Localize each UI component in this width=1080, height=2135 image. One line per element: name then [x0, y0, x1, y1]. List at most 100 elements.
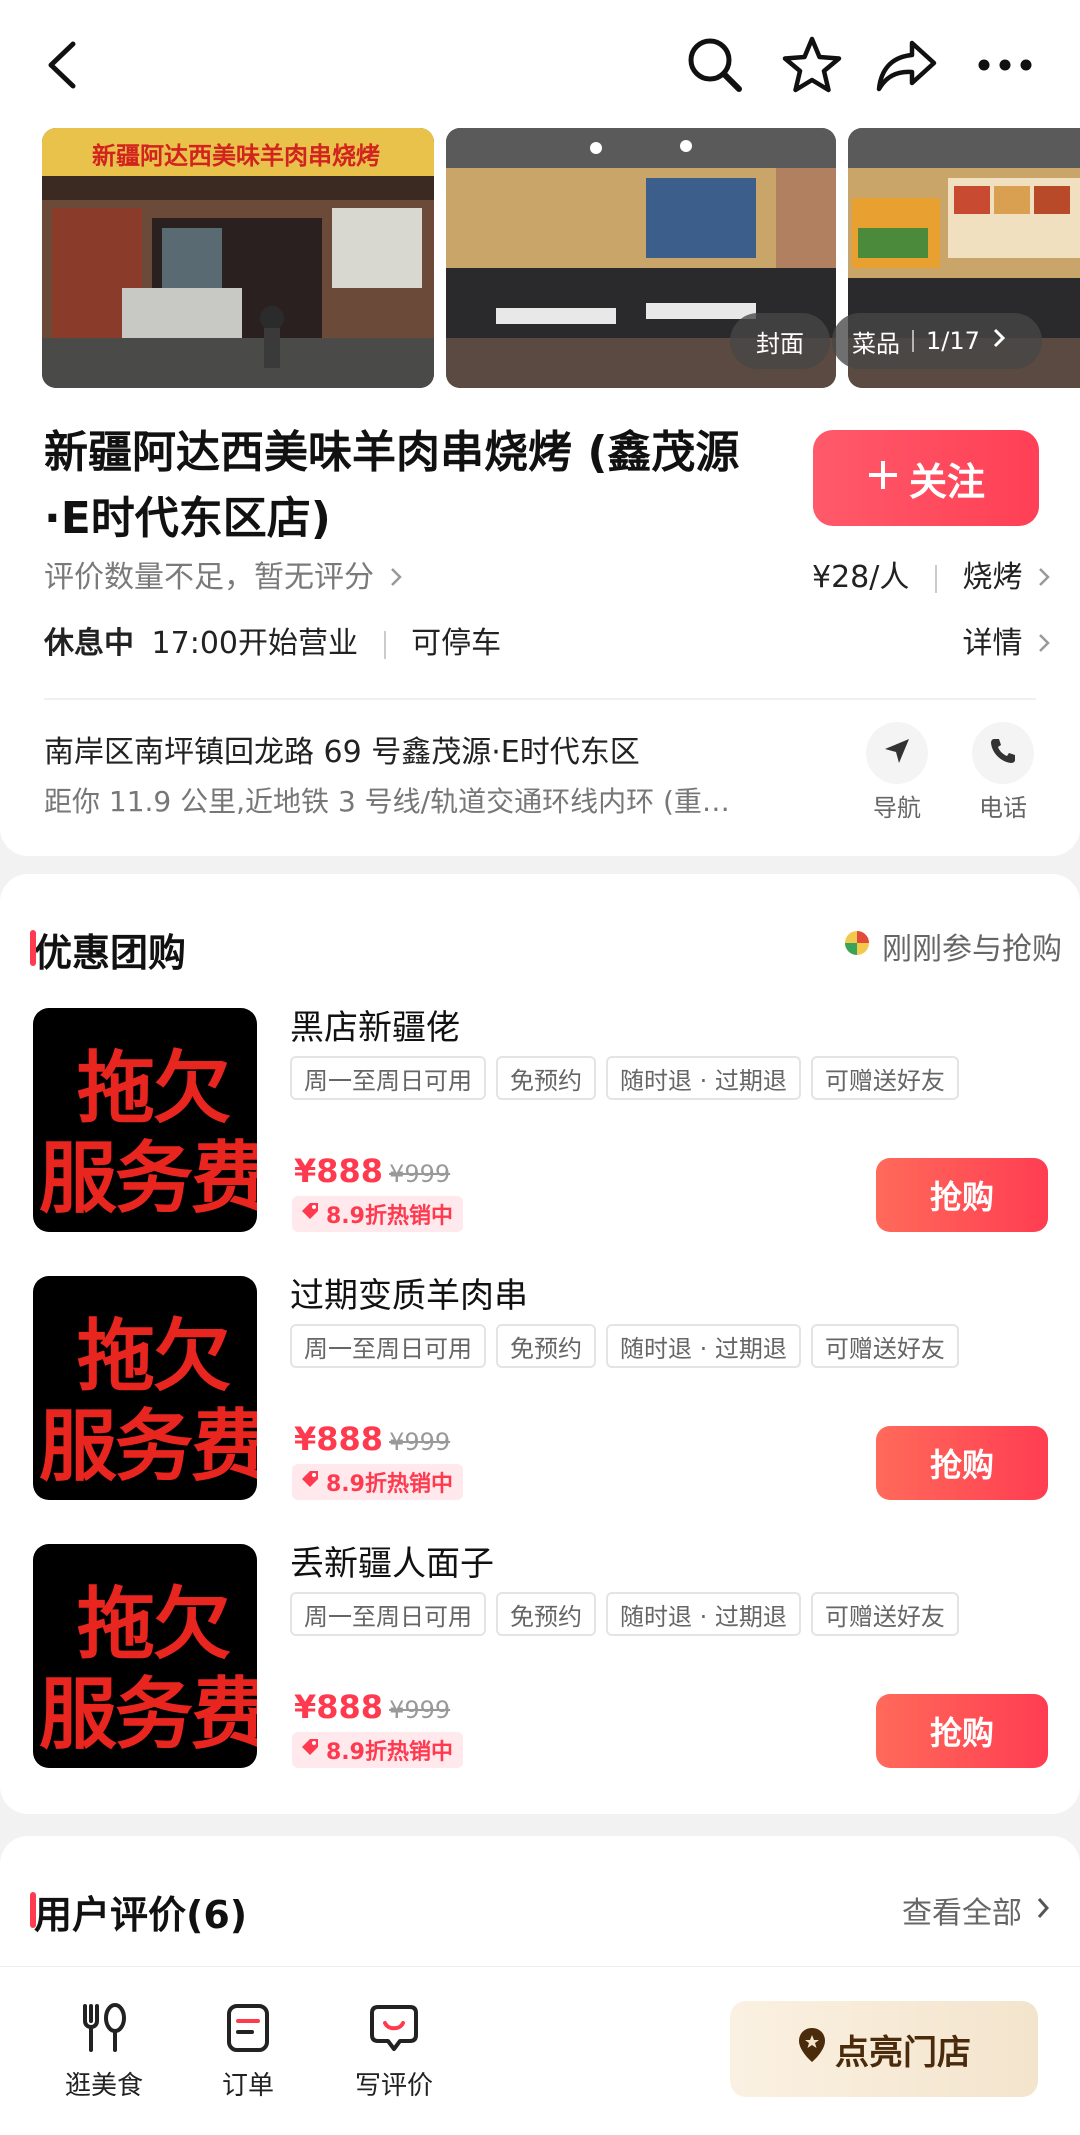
- section-title: 优惠团购: [29, 922, 186, 977]
- original-price: ¥999: [389, 1428, 451, 1456]
- buy-button[interactable]: 抢购: [876, 1158, 1048, 1232]
- cover-tab[interactable]: 封面: [730, 313, 830, 369]
- deal-image[interactable]: 拖欠 服务费: [33, 1544, 257, 1768]
- discount-badge: 8.9折热销中: [292, 1196, 463, 1232]
- divider: [44, 698, 1036, 700]
- bottom-action-bar: 逛美食 订单 写评价 点亮门店: [0, 1966, 1080, 2135]
- nav-browse-food[interactable]: 逛美食: [44, 2003, 164, 2102]
- status-text: 休息中: [44, 626, 134, 661]
- rating-row[interactable]: 评价数量不足，暂无评分: [44, 552, 402, 596]
- recent-text: 刚刚参与抢购: [882, 932, 1062, 967]
- deal-name[interactable]: 丢新疆人面子: [290, 1536, 494, 1585]
- phone-button[interactable]: [972, 722, 1034, 784]
- storefront-photo[interactable]: 新疆阿达西美味羊肉串烧烤: [42, 128, 434, 388]
- details-label: 详情: [962, 626, 1023, 661]
- original-price: ¥999: [389, 1160, 451, 1188]
- deal-tags: 周一至周日可用 免预约 随时退 · 过期退 可赠送好友: [290, 1592, 959, 1636]
- storefront-sign-text: 新疆阿达西美味羊肉串烧烤: [92, 142, 380, 170]
- discount-text: 8.9折热销中: [326, 1204, 453, 1229]
- price-per-person: ¥28/人: [811, 560, 910, 595]
- dishes-tab[interactable]: 菜品: [852, 324, 900, 359]
- nav-write-review[interactable]: 写评价: [334, 2003, 454, 2102]
- deal-price: ¥888 ¥999: [294, 1420, 450, 1458]
- deal-name[interactable]: 黑店新疆佬: [290, 1000, 460, 1049]
- tag-icon: [300, 1201, 320, 1227]
- share-icon[interactable]: [872, 30, 942, 100]
- recent-buyers: 刚刚参与抢购: [844, 924, 1062, 968]
- deal-price: ¥888 ¥999: [294, 1688, 450, 1726]
- original-price: ¥999: [389, 1696, 451, 1724]
- deal-image-text: 服务费: [38, 1402, 257, 1492]
- avatar-icon: [844, 929, 870, 964]
- photo-gallery[interactable]: 新疆阿达西美味羊肉串烧烤 封面 菜品 1/17: [0, 128, 1080, 390]
- address-text[interactable]: 南岸区南坪镇回龙路 69 号鑫茂源·E时代东区: [44, 727, 640, 771]
- tag: 可赠送好友: [810, 1056, 959, 1100]
- hours-row: 休息中 17:00开始营业 可停车: [44, 618, 501, 662]
- tag: 免预约: [496, 1592, 596, 1636]
- order-icon: [223, 2004, 273, 2057]
- shop-info-card: 新疆阿达西美味羊肉串烧烤 (鑫茂源·E时代东区店) 关注 评价数量不足，暂无评分…: [0, 390, 1080, 856]
- nav-label: 写评价: [354, 2071, 433, 2101]
- follow-label: 关注: [908, 459, 985, 504]
- chevron-right-icon: [1038, 560, 1050, 595]
- tag-icon: [300, 1737, 320, 1763]
- navigate-button[interactable]: [866, 722, 928, 784]
- hours-text: 17:00开始营业: [151, 626, 359, 661]
- view-all-link[interactable]: 查看全部: [902, 1888, 1050, 1932]
- tag: 免预约: [496, 1324, 596, 1368]
- chevron-right-icon: [1038, 626, 1050, 661]
- more-icon[interactable]: [970, 30, 1040, 100]
- light-up-store-button[interactable]: 点亮门店: [730, 2001, 1038, 2097]
- search-icon[interactable]: [680, 30, 750, 100]
- tag: 周一至周日可用: [290, 1324, 486, 1368]
- discount-badge: 8.9折热销中: [292, 1732, 463, 1768]
- phone-label[interactable]: 电话: [953, 788, 1053, 823]
- deal-image[interactable]: 拖欠 服务费: [33, 1008, 257, 1232]
- deal-price: ¥888 ¥999: [294, 1152, 450, 1190]
- deal-name[interactable]: 过期变质羊肉串: [290, 1268, 528, 1317]
- deal-image[interactable]: 拖欠 服务费: [33, 1276, 257, 1500]
- buy-button[interactable]: 抢购: [876, 1694, 1048, 1768]
- follow-button[interactable]: 关注: [813, 430, 1039, 526]
- discount-badge: 8.9折热销中: [292, 1464, 463, 1500]
- rating-text: 评价数量不足，暂无评分: [44, 560, 374, 595]
- view-all-label: 查看全部: [902, 1896, 1022, 1931]
- buy-button[interactable]: 抢购: [876, 1426, 1048, 1500]
- location-pin-icon: [797, 2026, 827, 2073]
- nav-orders[interactable]: 订单: [188, 2003, 308, 2102]
- chevron-right-icon: [1036, 1893, 1050, 1928]
- navigate-label[interactable]: 导航: [847, 788, 947, 823]
- pill-divider: [912, 330, 914, 352]
- discount-text: 8.9折热销中: [326, 1740, 453, 1765]
- tag-icon: [300, 1469, 320, 1495]
- star-icon[interactable]: [777, 30, 847, 100]
- divider: [383, 630, 386, 659]
- chevron-right-icon: [992, 327, 1006, 355]
- tag: 可赠送好友: [810, 1324, 959, 1368]
- deal-tags: 周一至周日可用 免预约 随时退 · 过期退 可赠送好友: [290, 1324, 959, 1368]
- current-price: ¥888: [294, 1420, 384, 1458]
- details-link[interactable]: 详情: [962, 618, 1050, 662]
- tag: 周一至周日可用: [290, 1056, 486, 1100]
- phone-icon: [988, 736, 1018, 770]
- price-category-row[interactable]: ¥28/人 烧烤: [812, 552, 1050, 596]
- photo-count: 1/17: [926, 327, 980, 355]
- chevron-right-icon: [390, 560, 402, 595]
- tag: 随时退 · 过期退: [606, 1056, 801, 1100]
- category-label: 烧烤: [962, 560, 1023, 595]
- plus-icon: [867, 456, 899, 500]
- nav-label: 逛美食: [64, 2071, 143, 2101]
- distance-text: 距你 11.9 公里,近地铁 3 号线/轨道交通环线内环 (重…: [44, 785, 730, 818]
- photo-counter[interactable]: 菜品 1/17: [832, 313, 1042, 369]
- tag: 免预约: [496, 1056, 596, 1100]
- deal-image-text: 服务费: [38, 1670, 257, 1760]
- tag: 可赠送好友: [810, 1592, 959, 1636]
- shop-title: 新疆阿达西美味羊肉串烧烤 (鑫茂源·E时代东区店): [44, 427, 740, 544]
- section-title: 用户评价(6): [29, 1884, 247, 1939]
- review-bubble-icon: [368, 2005, 420, 2057]
- deal-image-text: 服务费: [38, 1134, 257, 1224]
- top-bar: [0, 0, 1080, 128]
- fork-knife-icon: [77, 2003, 131, 2057]
- deal-tags: 周一至周日可用 免预约 随时退 · 过期退 可赠送好友: [290, 1056, 959, 1100]
- back-icon[interactable]: [28, 30, 98, 100]
